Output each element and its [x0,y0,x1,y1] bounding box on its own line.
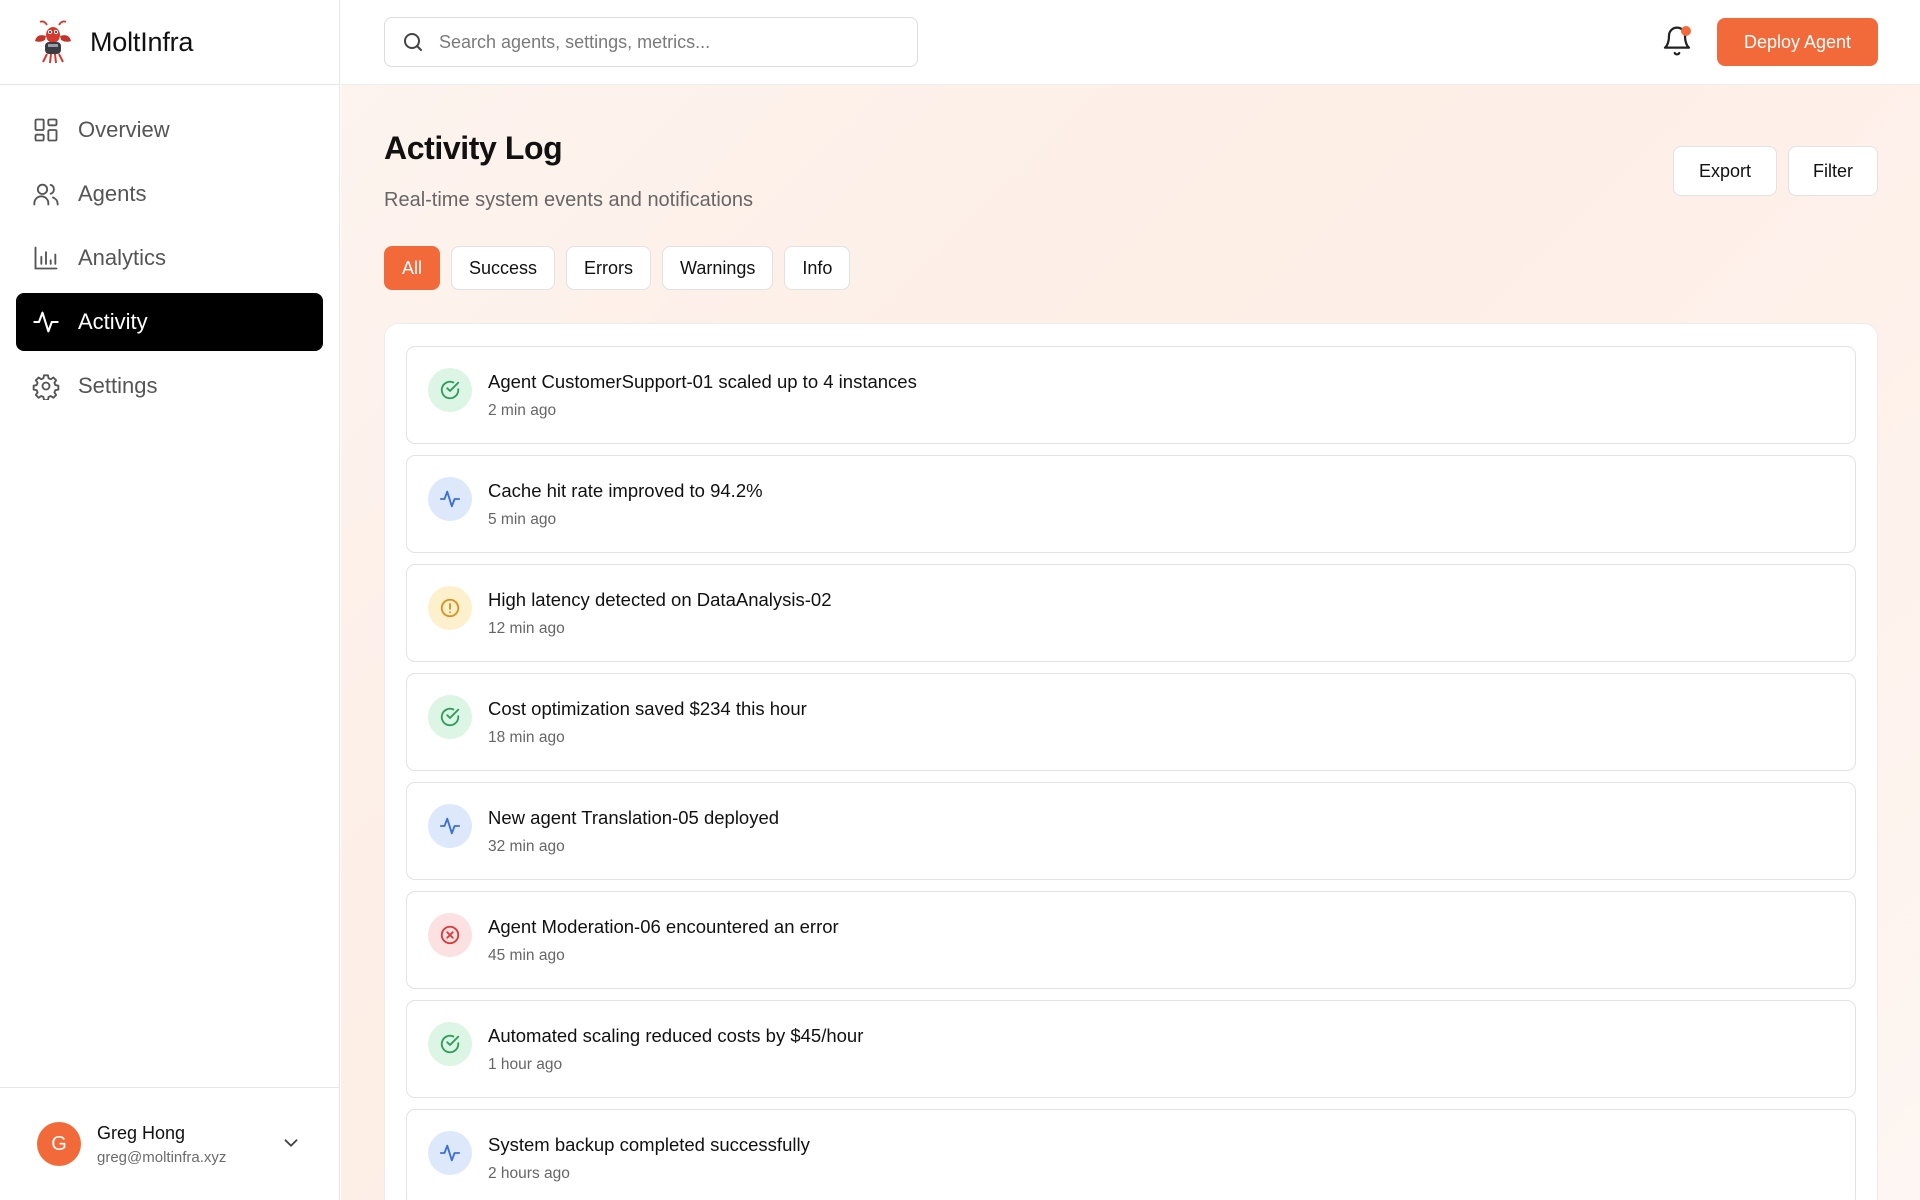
success-icon [428,695,472,739]
list-item[interactable]: Agent CustomerSupport-01 scaled up to 4 … [406,346,1856,444]
filter-tab-warnings[interactable]: Warnings [662,246,774,290]
activity-message: Cache hit rate improved to 94.2% [488,480,763,501]
activity-message: Cost optimization saved $234 this hour [488,698,807,719]
activity-message: New agent Translation-05 deployed [488,807,780,828]
page-title: Activity Log [384,130,563,166]
filter-tabs: All Success Errors Warnings Info [384,246,861,290]
gear-icon [32,374,60,400]
activity-time: 5 min ago [488,511,557,528]
activity-time: 2 hours ago [488,1165,570,1182]
user-name: Greg Hong [97,1122,186,1143]
avatar: G [37,1122,81,1166]
filter-tab-success[interactable]: Success [451,246,556,290]
activity-message: Automated scaling reduced costs by $45/h… [488,1025,864,1046]
error-icon [428,913,472,957]
filter-tab-info[interactable]: Info [784,246,851,290]
filter-button[interactable]: Filter [1788,146,1878,196]
notifications-button[interactable] [1661,25,1693,57]
list-item[interactable]: High latency detected on DataAnalysis-02… [406,564,1856,662]
activity-message: Agent CustomerSupport-01 scaled up to 4 … [488,371,917,392]
filter-tab-all[interactable]: All [384,246,441,290]
sidebar-item-label: Agents [78,181,147,206]
list-item[interactable]: Cost optimization saved $234 this hour 1… [406,673,1856,771]
list-item[interactable]: Automated scaling reduced costs by $45/h… [406,1000,1856,1098]
sidebar: MoltInfra Overview Agents Analytics Acti… [0,0,340,1200]
success-icon [428,368,472,412]
list-item[interactable]: Cache hit rate improved to 94.2% 5 min a… [406,455,1856,553]
search-box[interactable] [384,17,918,67]
search-icon [404,33,422,51]
sidebar-item-analytics[interactable]: Analytics [16,229,323,287]
activity-time: 12 min ago [488,620,565,637]
activity-message: High latency detected on DataAnalysis-02 [488,589,832,610]
user-menu[interactable]: G Greg Hong greg@moltinfra.xyz [0,1087,340,1200]
sidebar-item-label: Settings [78,373,158,398]
topbar: Deploy Agent [341,0,1920,85]
warning-icon [428,586,472,630]
sidebar-item-label: Analytics [78,245,167,270]
success-icon [428,1022,472,1066]
activity-time: 18 min ago [488,729,565,746]
search-input[interactable] [439,31,909,53]
activity-icon [33,311,59,333]
lobster-logo-icon [35,20,71,64]
activity-time: 2 min ago [488,402,557,419]
main-content: Deploy Agent Activity Log Real-time syst… [341,0,1920,1200]
sidebar-nav: Overview Agents Analytics Activity Setti… [0,85,339,415]
brand[interactable]: MoltInfra [0,0,339,85]
notification-dot [1681,26,1691,36]
sidebar-item-label: Activity [78,309,148,334]
page-header: Activity Log Real-time system events and… [384,130,753,212]
sidebar-item-label: Overview [78,117,170,142]
activity-icon [428,477,472,521]
activity-icon [428,804,472,848]
users-icon [33,183,59,206]
list-item[interactable]: System backup completed successfully 2 h… [406,1109,1856,1200]
activity-message: Agent Moderation-06 encountered an error [488,916,839,937]
activity-message: System backup completed successfully [488,1134,810,1155]
activity-time: 1 hour ago [488,1056,563,1073]
user-info: Greg Hong greg@moltinfra.xyz [97,1123,226,1166]
chevron-down-icon[interactable] [280,1132,302,1154]
user-email: greg@moltinfra.xyz [97,1148,227,1166]
brand-name: MoltInfra [90,26,194,57]
sidebar-item-overview[interactable]: Overview [16,101,323,159]
activity-icon [428,1131,472,1175]
bar-chart-icon [34,246,58,270]
list-item[interactable]: New agent Translation-05 deployed 32 min… [406,782,1856,880]
list-item[interactable]: Agent Moderation-06 encountered an error… [406,891,1856,989]
activity-time: 45 min ago [488,947,565,964]
sidebar-item-agents[interactable]: Agents [16,165,323,223]
sidebar-item-activity[interactable]: Activity [16,293,323,351]
activity-list: Agent CustomerSupport-01 scaled up to 4 … [384,323,1878,1200]
activity-time: 32 min ago [488,838,565,855]
page-subtitle: Real-time system events and notification… [384,189,754,211]
sidebar-item-settings[interactable]: Settings [16,357,323,415]
export-button[interactable]: Export [1673,146,1777,196]
filter-tab-errors[interactable]: Errors [566,246,652,290]
grid-icon [34,118,58,142]
deploy-agent-button[interactable]: Deploy Agent [1717,18,1878,66]
